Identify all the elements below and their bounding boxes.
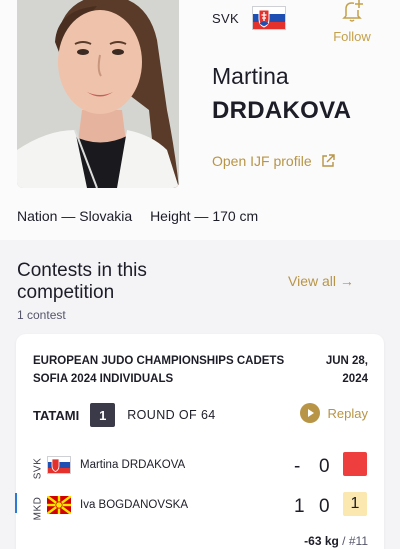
penalty-box	[343, 452, 367, 476]
contests-section-title: Contests in this competition	[17, 260, 147, 303]
tatami-info: TATAMI 1 ROUND OF 64	[33, 403, 216, 427]
replay-button[interactable]: Replay	[299, 403, 368, 423]
event-name: EUROPEAN JUDO CHAMPIONSHIPS CADETS SOFIA…	[33, 355, 285, 385]
contest-card[interactable]: EUROPEAN JUDO CHAMPIONSHIPS CADETS SOFIA…	[15, 334, 384, 549]
event-date: JUN 28, 2024	[298, 352, 368, 388]
tatami-label: TATAMI	[33, 407, 80, 423]
ippon-score: -	[294, 456, 301, 477]
view-all-link[interactable]: View all →	[288, 273, 354, 289]
athlete-last-name: DRDAKOVA	[212, 97, 352, 124]
country-indicator: SVK	[212, 6, 286, 30]
play-icon	[299, 403, 320, 423]
contest-count: 1 contest	[17, 308, 66, 322]
view-all-label: View all	[288, 273, 336, 289]
external-link-icon	[321, 154, 335, 167]
event-date-line2: 2024	[342, 373, 368, 385]
athlete-header: SVK Follow Martina DRDAKOVA Open IJF pro…	[0, 0, 400, 240]
athlete-facts: Nation — Slovakia Height — 170 cm	[17, 208, 259, 224]
nation-value: Slovakia	[79, 208, 133, 224]
replay-label: Replay	[327, 405, 368, 421]
penalty-box: 1	[343, 492, 367, 516]
waza-ari-score: 0	[319, 456, 330, 477]
weight-class: -63 kg	[304, 534, 339, 548]
ijf-link-label: Open IJF profile	[212, 153, 312, 169]
north-macedonia-flag-icon	[47, 496, 71, 514]
competitor-code: SVK	[32, 457, 44, 479]
follow-label: Follow	[333, 29, 371, 44]
ippon-score: 1	[294, 496, 305, 517]
follow-button[interactable]: Follow	[328, 0, 376, 44]
tatami-number: 1	[90, 403, 116, 427]
open-ijf-profile-link[interactable]: Open IJF profile	[212, 153, 335, 169]
arrow-right-icon: →	[339, 273, 354, 289]
slovakia-flag-icon	[47, 456, 71, 474]
athlete-first-name: Martina	[212, 63, 289, 89]
height-label: Height	[150, 208, 191, 224]
event-date-line1: JUN 28,	[325, 355, 368, 367]
competitor-row-blue[interactable]: MKD Iva BOGDANOVSKA 1 0 1	[15, 492, 384, 524]
waza-ari-score: 0	[319, 496, 330, 517]
competitor-code: MKD	[32, 496, 44, 520]
athlete-photo	[17, 0, 179, 188]
country-code: SVK	[212, 10, 239, 26]
weight-category: -63 kg / #11	[304, 534, 368, 548]
bell-plus-icon	[342, 0, 363, 22]
nation-label: Nation	[17, 208, 58, 224]
slovakia-flag-icon	[251, 6, 286, 30]
contest-number: #11	[348, 534, 368, 548]
height-value: 170 cm	[212, 208, 259, 224]
winner-indicator	[15, 493, 17, 513]
competitor-name: Martina DRDAKOVA	[80, 459, 186, 471]
round-label: ROUND OF 64	[127, 408, 216, 422]
competitor-name: Iva BOGDANOVSKA	[80, 499, 189, 511]
competitor-row-white[interactable]: SVK Martina DRDAKOVA - 0	[16, 452, 384, 484]
